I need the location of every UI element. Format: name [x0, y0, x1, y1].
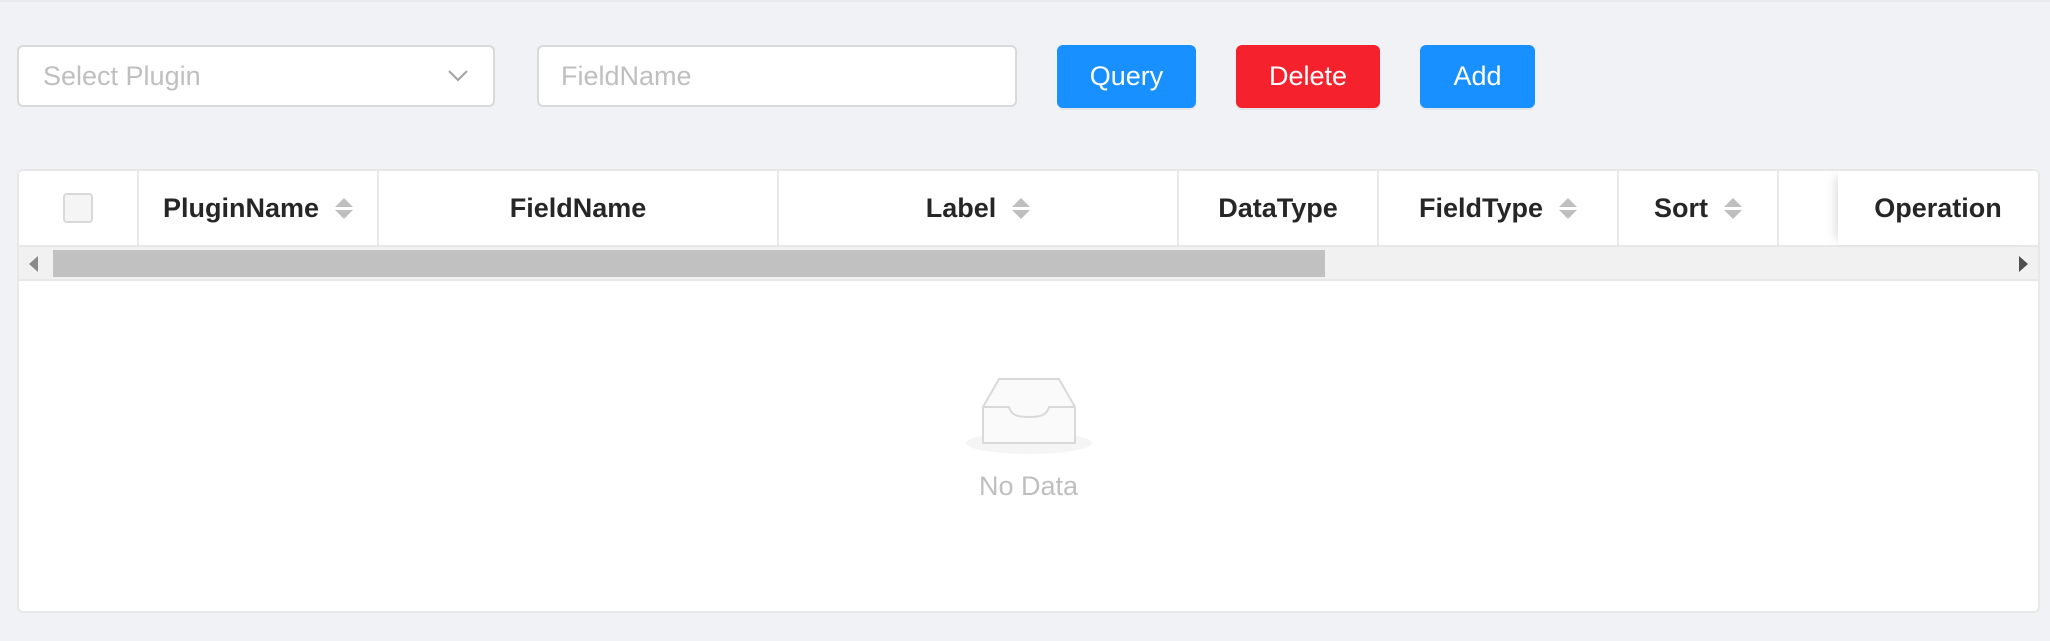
- column-label: Sort: [1654, 192, 1708, 223]
- scroll-left-icon[interactable]: [29, 256, 38, 272]
- column-label: DataType: [1218, 192, 1338, 223]
- column-label: FieldName: [509, 192, 647, 223]
- column-header-sort[interactable]: Sort: [1619, 171, 1779, 245]
- column-label: Operation: [1874, 192, 2002, 223]
- fieldname-input[interactable]: [537, 45, 1017, 107]
- column-header-fieldname: FieldName: [379, 171, 779, 245]
- sort-icon[interactable]: [1724, 197, 1742, 219]
- delete-button[interactable]: Delete: [1236, 45, 1380, 108]
- fields-table: PluginName FieldName Label DataType Fiel…: [17, 169, 2040, 613]
- column-header-label[interactable]: Label: [779, 171, 1179, 245]
- column-header-datatype: DataType: [1179, 171, 1379, 245]
- horizontal-scrollbar[interactable]: [19, 247, 2038, 281]
- plugin-select-placeholder: Select Plugin: [43, 60, 201, 91]
- plugin-select[interactable]: Select Plugin: [17, 45, 495, 107]
- column-label: PluginName: [162, 192, 320, 223]
- sort-icon[interactable]: [335, 197, 354, 219]
- scrollbar-thumb[interactable]: [53, 250, 1325, 277]
- select-all-checkbox[interactable]: [63, 193, 93, 223]
- query-button[interactable]: Query: [1057, 45, 1196, 108]
- sort-icon[interactable]: [1012, 197, 1031, 219]
- chevron-down-icon: [445, 63, 471, 89]
- select-all-cell: [19, 171, 139, 245]
- column-header-operation: Operation: [1838, 171, 2038, 245]
- column-label: FieldType: [1418, 192, 1544, 223]
- sort-icon[interactable]: [1559, 197, 1578, 219]
- add-button[interactable]: Add: [1420, 45, 1535, 108]
- column-header-pluginname[interactable]: PluginName: [139, 171, 379, 245]
- column-label: Label: [925, 192, 997, 223]
- scroll-right-icon[interactable]: [2019, 256, 2028, 272]
- column-header-fieldtype[interactable]: FieldType: [1379, 171, 1619, 245]
- inbox-empty-icon: [965, 378, 1092, 454]
- top-divider: [0, 0, 2050, 2]
- empty-state: No Data: [19, 281, 2038, 611]
- empty-text: No Data: [978, 471, 1079, 501]
- table-header: PluginName FieldName Label DataType Fiel…: [19, 171, 2038, 247]
